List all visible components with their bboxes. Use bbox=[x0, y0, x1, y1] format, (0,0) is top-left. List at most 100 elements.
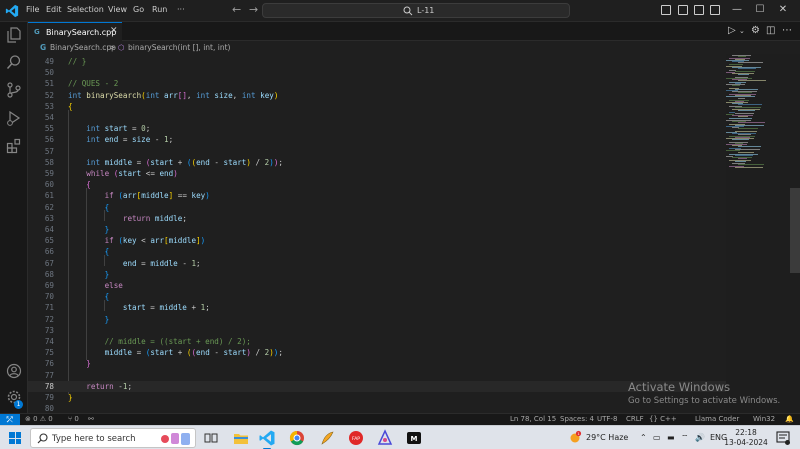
code-line[interactable]: 55 int start = 0; bbox=[28, 123, 726, 134]
explorer-icon[interactable] bbox=[6, 27, 22, 43]
source-control-icon[interactable] bbox=[6, 82, 22, 98]
more-actions-icon[interactable]: ⋯ bbox=[782, 25, 792, 36]
search-icon[interactable] bbox=[6, 54, 22, 70]
breadcrumb-symbol[interactable]: binarySearch(int [], int, int) bbox=[128, 43, 230, 52]
code-line[interactable]: 58 int middle = (start + ((end - start) … bbox=[28, 157, 726, 168]
line-number[interactable]: 52 bbox=[28, 90, 54, 101]
line-number[interactable]: 67 bbox=[28, 258, 54, 269]
code-line[interactable]: 68 } bbox=[28, 269, 726, 280]
code-line[interactable]: 80 bbox=[28, 403, 726, 413]
code-line[interactable]: 69 else bbox=[28, 280, 726, 291]
toggle-primary-sidebar-icon[interactable] bbox=[661, 5, 671, 15]
code-line[interactable]: 51 // QUES - 2 bbox=[28, 78, 726, 89]
code-line[interactable]: 57 bbox=[28, 146, 726, 157]
close-tab-icon[interactable]: ✕ bbox=[110, 26, 118, 36]
maximize-icon[interactable]: ☐ bbox=[753, 2, 767, 18]
language-mode[interactable]: {} C++ bbox=[649, 415, 677, 423]
line-number[interactable]: 57 bbox=[28, 146, 54, 157]
llama-coder-status[interactable]: Llama Coder bbox=[695, 415, 739, 423]
code-line[interactable]: 59 while (start <= end) bbox=[28, 168, 726, 179]
customize-layout-icon[interactable] bbox=[710, 5, 720, 15]
code-line[interactable]: 64 } bbox=[28, 224, 726, 235]
toggle-secondary-sidebar-icon[interactable] bbox=[694, 5, 704, 15]
line-number[interactable]: 60 bbox=[28, 179, 54, 190]
line-number[interactable]: 71 bbox=[28, 302, 54, 313]
forward-arrow-icon[interactable]: → bbox=[249, 3, 258, 16]
line-number[interactable]: 72 bbox=[28, 314, 54, 325]
vertical-scrollbar[interactable] bbox=[790, 188, 800, 273]
taskbar-search-box[interactable]: Type here to search bbox=[30, 428, 196, 448]
line-number[interactable]: 69 bbox=[28, 280, 54, 291]
line-number[interactable]: 68 bbox=[28, 269, 54, 280]
line-number[interactable]: 63 bbox=[28, 213, 54, 224]
windows-start-icon[interactable] bbox=[9, 432, 21, 444]
line-number[interactable]: 54 bbox=[28, 112, 54, 123]
line-number[interactable]: 51 bbox=[28, 78, 54, 89]
line-number[interactable]: 78 bbox=[28, 381, 54, 392]
cursor-position[interactable]: Ln 78, Col 15 bbox=[510, 415, 556, 423]
platform[interactable]: Win32 bbox=[753, 415, 775, 423]
line-number[interactable]: 76 bbox=[28, 358, 54, 369]
battery-icon[interactable]: ▬ bbox=[667, 433, 675, 442]
code-line[interactable]: 56 int end = size - 1; bbox=[28, 134, 726, 145]
menu-run[interactable]: Run bbox=[152, 5, 167, 14]
menu-go[interactable]: Go bbox=[133, 5, 144, 14]
line-number[interactable]: 56 bbox=[28, 134, 54, 145]
line-number[interactable]: 58 bbox=[28, 157, 54, 168]
line-number[interactable]: 80 bbox=[28, 403, 54, 413]
volume-icon[interactable]: 🔊 bbox=[695, 433, 705, 442]
line-number[interactable]: 62 bbox=[28, 202, 54, 213]
code-line[interactable]: 72 } bbox=[28, 314, 726, 325]
line-number[interactable]: 70 bbox=[28, 291, 54, 302]
live-share-icon[interactable]: ⚯ bbox=[88, 415, 94, 423]
code-line[interactable]: 74 // middle = ((start + end) / 2); bbox=[28, 336, 726, 347]
line-number[interactable]: 75 bbox=[28, 347, 54, 358]
app-feather-icon[interactable] bbox=[318, 429, 336, 447]
code-line[interactable]: 79} bbox=[28, 392, 726, 403]
code-line[interactable]: 53 { bbox=[28, 101, 726, 112]
split-editor-icon[interactable]: ◫ bbox=[766, 25, 775, 36]
code-line[interactable]: 67 end = middle - 1; bbox=[28, 258, 726, 269]
back-arrow-icon[interactable]: ← bbox=[232, 3, 241, 16]
toggle-panel-icon[interactable] bbox=[678, 5, 688, 15]
code-line[interactable]: 54 bbox=[28, 112, 726, 123]
code-line[interactable]: 66 { bbox=[28, 246, 726, 257]
vscode-taskbar-icon[interactable] bbox=[258, 429, 276, 449]
command-center-search[interactable]: L-11 bbox=[262, 3, 570, 18]
account-icon[interactable] bbox=[6, 363, 22, 379]
wifi-icon[interactable]: ⌔ bbox=[681, 433, 689, 443]
menu-file[interactable]: File bbox=[26, 5, 39, 14]
breadcrumb-file[interactable]: BinarySearch.cpp bbox=[50, 43, 116, 52]
code-line[interactable]: 50 bbox=[28, 67, 726, 78]
chrome-icon[interactable] bbox=[288, 429, 306, 447]
ports-count[interactable]: ⑂ 0 bbox=[68, 415, 79, 423]
settings-gear-icon[interactable]: ⚙ bbox=[751, 25, 760, 36]
network-icon[interactable]: ▭ bbox=[653, 433, 661, 442]
line-number[interactable]: 50 bbox=[28, 67, 54, 78]
menu-more[interactable]: ··· bbox=[177, 5, 185, 14]
problems-count[interactable]: ⊗ 0 ⚠ 0 bbox=[25, 415, 53, 423]
line-number[interactable]: 79 bbox=[28, 392, 54, 403]
line-number[interactable]: 66 bbox=[28, 246, 54, 257]
minimize-icon[interactable]: — bbox=[730, 2, 744, 18]
run-dropdown-chevron-icon[interactable]: ⌄ bbox=[739, 27, 745, 35]
line-number[interactable]: 73 bbox=[28, 325, 54, 336]
menu-selection[interactable]: Selection bbox=[67, 5, 104, 14]
clock[interactable]: 22:18 13-04-2024 bbox=[724, 428, 768, 448]
tab-binarysearch-cpp[interactable]: G BinarySearch.cpp ✕ bbox=[28, 22, 122, 41]
line-number[interactable]: 55 bbox=[28, 123, 54, 134]
weather-sun-icon[interactable]: 1 bbox=[568, 430, 582, 444]
indentation[interactable]: Spaces: 4 bbox=[560, 415, 594, 423]
code-line[interactable]: 62 { bbox=[28, 202, 726, 213]
code-line[interactable]: 49 // } bbox=[28, 56, 726, 67]
app-black-icon[interactable]: M bbox=[405, 429, 423, 447]
menu-edit[interactable]: Edit bbox=[46, 5, 62, 14]
line-number[interactable]: 53 bbox=[28, 101, 54, 112]
line-number[interactable]: 59 bbox=[28, 168, 54, 179]
menu-view[interactable]: View bbox=[108, 5, 127, 14]
code-line[interactable]: 61 if (arr[middle] == key) bbox=[28, 190, 726, 201]
app-red-badge-icon[interactable]: FAP bbox=[347, 429, 365, 447]
code-line[interactable]: 60 { bbox=[28, 179, 726, 190]
tray-expand-chevron-icon[interactable]: ⌃ bbox=[640, 433, 647, 442]
end-of-line[interactable]: CRLF bbox=[626, 415, 644, 423]
